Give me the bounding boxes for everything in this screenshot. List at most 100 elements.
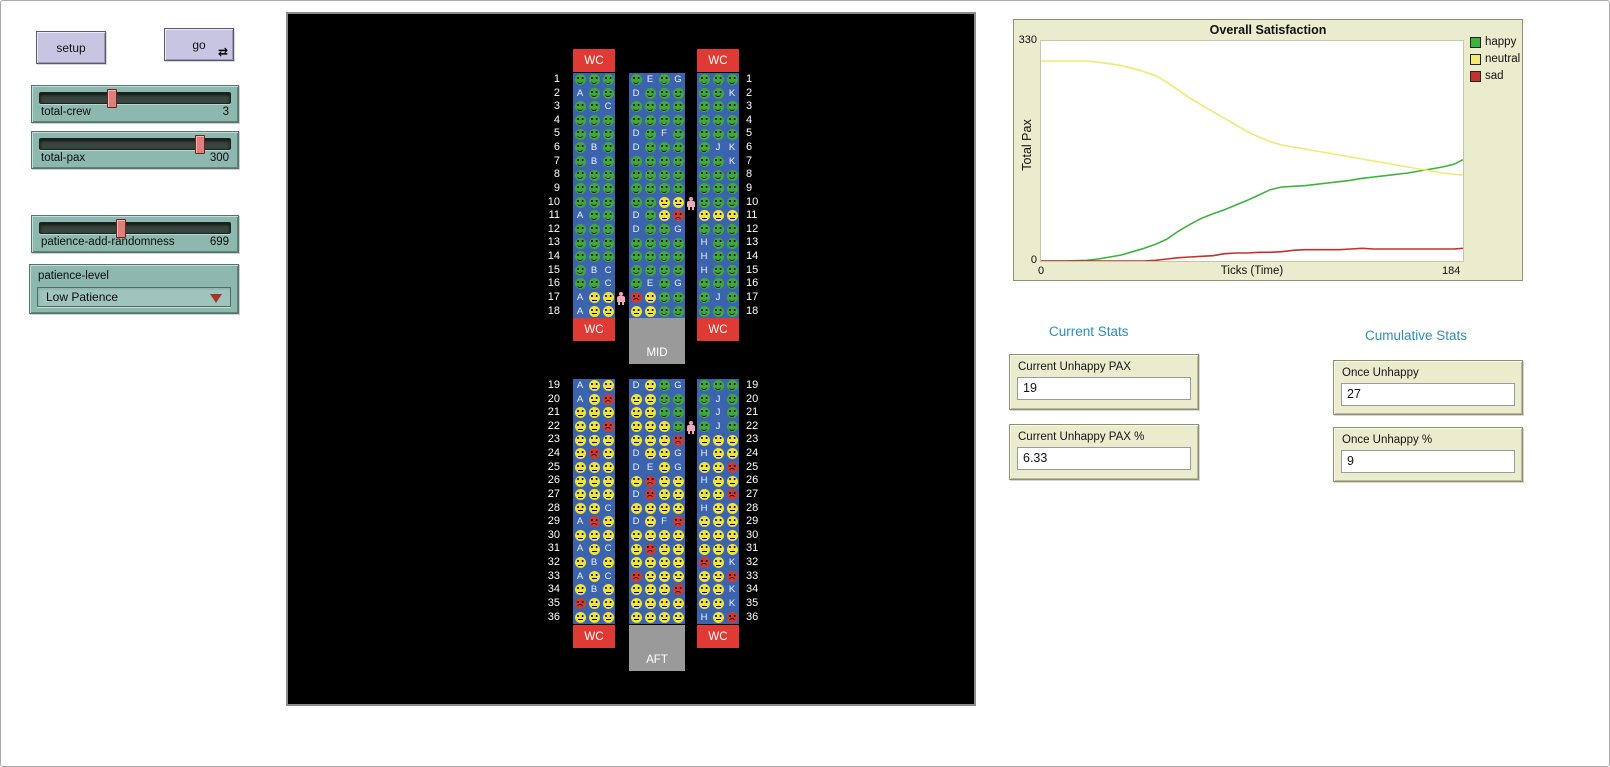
seat — [671, 406, 685, 420]
seat — [711, 570, 725, 584]
forever-icon: ⇄ — [218, 46, 228, 58]
galley-block: AFT — [629, 625, 685, 671]
seat — [657, 502, 671, 516]
passenger-happy-face — [659, 407, 670, 418]
passenger-happy-face — [699, 394, 710, 405]
passenger-sad-face — [645, 544, 656, 555]
empty-seat-letter: C — [601, 570, 615, 584]
seat — [671, 502, 685, 516]
passenger-neutral-face — [699, 516, 710, 527]
seat — [629, 556, 643, 570]
passenger-neutral-face — [575, 476, 586, 487]
seat — [657, 570, 671, 584]
chooser-field[interactable]: Low Patience — [37, 287, 231, 307]
row-number: 18 — [746, 305, 772, 319]
slider-track[interactable] — [39, 92, 231, 104]
lavatory-block: WC — [573, 49, 615, 72]
row-number: 27 — [746, 488, 772, 502]
row-number: 7 — [534, 155, 560, 169]
empty-seat-letter: K — [725, 556, 739, 570]
block-label: MID — [646, 346, 667, 364]
passenger-neutral-face — [713, 544, 724, 555]
crew-legs — [688, 207, 694, 210]
passenger-neutral-face — [727, 476, 738, 487]
seat: H — [697, 502, 711, 516]
slider-total-crew[interactable]: total-crew 3 — [31, 85, 239, 123]
passenger-happy-face — [645, 183, 656, 194]
slider-handle[interactable] — [195, 135, 205, 154]
setup-button[interactable]: setup — [36, 31, 106, 64]
slider-total-pax[interactable]: total-pax 300 — [31, 131, 239, 169]
seat — [671, 236, 685, 250]
passenger-sad-face — [673, 516, 684, 527]
seat — [587, 570, 601, 584]
seat — [657, 406, 671, 420]
seat — [697, 379, 711, 393]
seat — [725, 305, 739, 319]
empty-seat-letter: B — [587, 264, 601, 278]
seat: C — [601, 277, 615, 291]
passenger-happy-face — [645, 101, 656, 112]
passenger-happy-face — [645, 238, 656, 249]
slider-track[interactable] — [39, 222, 231, 234]
empty-seat-letter: G — [671, 379, 685, 393]
plot-area — [1040, 40, 1464, 262]
seat — [573, 611, 587, 625]
seat — [643, 433, 657, 447]
row-number: 26 — [746, 474, 772, 488]
seat — [671, 114, 685, 128]
passenger-neutral-face — [603, 530, 614, 541]
row-number: 28 — [746, 502, 772, 516]
monitor-value: 19 — [1017, 377, 1191, 400]
seat — [711, 556, 725, 570]
passenger-happy-face — [575, 238, 586, 249]
passenger-neutral-face — [631, 503, 642, 514]
passenger-happy-face — [699, 183, 710, 194]
legend-label: sad — [1485, 70, 1504, 82]
seat: G — [671, 223, 685, 237]
world-view-canvas: WCWCWCWCMIDWCWCAFT11EG22ADK33C4455DF66BD… — [286, 12, 976, 706]
seat — [629, 196, 643, 210]
row-number: 20 — [746, 393, 772, 407]
chooser-patience-level[interactable]: patience-level Low Patience — [29, 264, 239, 314]
seat — [601, 209, 615, 223]
seat — [697, 393, 711, 407]
empty-seat-letter: C — [601, 100, 615, 114]
seat — [697, 141, 711, 155]
seat — [573, 488, 587, 502]
passenger-happy-face — [603, 88, 614, 99]
slider-handle[interactable] — [107, 89, 117, 108]
seat — [629, 264, 643, 278]
row-number: 12 — [746, 223, 772, 237]
passenger-happy-face — [727, 278, 738, 289]
row-number: 30 — [746, 529, 772, 543]
slider-track[interactable] — [39, 138, 231, 150]
empty-seat-letter: E — [643, 461, 657, 475]
block-label: WC — [584, 323, 603, 341]
passenger-neutral-face — [589, 544, 600, 555]
seat — [657, 155, 671, 169]
passenger-neutral-face — [631, 598, 642, 609]
seat: A — [573, 209, 587, 223]
passenger-happy-face — [727, 292, 738, 303]
empty-seat-letter: C — [601, 542, 615, 556]
go-button[interactable]: go ⇄ — [164, 28, 234, 61]
passenger-happy-face — [589, 129, 600, 140]
seat — [657, 529, 671, 543]
slider-patience-add-randomness[interactable]: patience-add-randomness 699 — [31, 215, 239, 253]
passenger-neutral-face — [699, 598, 710, 609]
empty-seat-letter: A — [573, 291, 587, 305]
passenger-happy-face — [575, 197, 586, 208]
passenger-neutral-face — [575, 557, 586, 568]
passenger-happy-face — [699, 380, 710, 391]
passenger-neutral-face — [645, 571, 656, 582]
passenger-happy-face — [699, 292, 710, 303]
row-number: 35 — [534, 597, 560, 611]
passenger-neutral-face — [603, 516, 614, 527]
seat — [697, 277, 711, 291]
seat — [573, 127, 587, 141]
monitor-once-unhappy: Once Unhappy 27 — [1333, 360, 1523, 415]
seat — [657, 474, 671, 488]
passenger-happy-face — [603, 224, 614, 235]
row-number: 22 — [746, 420, 772, 434]
